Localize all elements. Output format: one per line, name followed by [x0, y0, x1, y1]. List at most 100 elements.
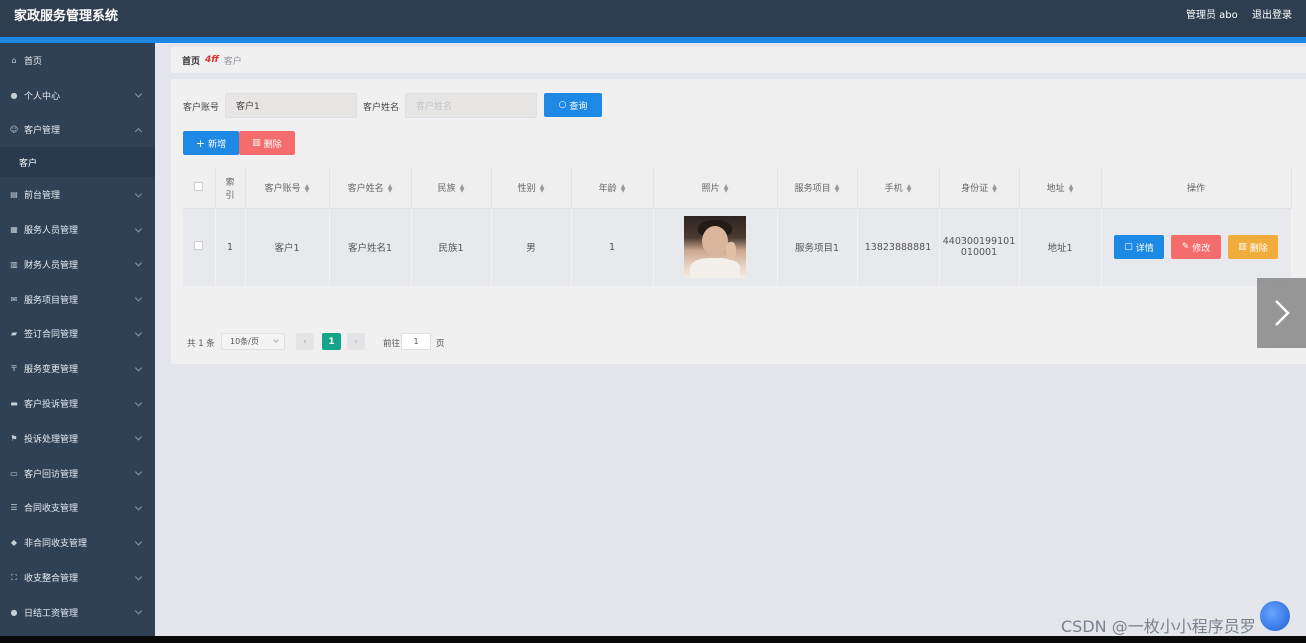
sidebar-item-personal-center[interactable]: ● 个人中心 [0, 78, 155, 113]
column-header-gender[interactable]: 性别 ▲ ▼ [491, 168, 572, 209]
sidebar: ⌂ 首页 ● 个人中心 ☺ 客户管理 客户 ▤ 前台管理 ▦ 服务人员管理 ▥ … [0, 43, 155, 636]
bulk-delete-button[interactable]: ▥ 删除 [239, 131, 295, 155]
bottom-bar [0, 636, 1306, 643]
row-delete-button[interactable]: ▥ 删除 [1228, 235, 1279, 260]
query-button[interactable]: ○ 查询 [544, 93, 602, 117]
sort-icon[interactable]: ▲ ▼ [621, 183, 626, 193]
sidebar-item-label: 首页 [24, 56, 43, 67]
sidebar-item-label: 签订合同管理 [24, 330, 79, 341]
cell-phone: 13823888881 [857, 208, 940, 286]
column-header-name[interactable]: 客户姓名 ▲ ▼ [329, 168, 412, 209]
column-header-age[interactable]: 年龄 ▲ ▼ [571, 168, 654, 209]
home-icon: ⌂ [11, 55, 17, 65]
sort-icon[interactable]: ▲ ▼ [388, 183, 393, 193]
column-header-id-card[interactable]: 身份证 ▲ ▼ [939, 168, 1020, 209]
sort-icon[interactable]: ▲ ▼ [305, 183, 310, 193]
sidebar-item-contract-finance[interactable]: ☰ 合同收支管理 [0, 491, 155, 526]
customer-photo[interactable] [684, 216, 746, 279]
cell-gender: 男 [491, 208, 572, 286]
sidebar-item-complaint[interactable]: ▬ 客户投诉管理 [0, 386, 155, 421]
page-size-select[interactable]: 10条/页 [221, 333, 285, 350]
logout-link[interactable]: 退出登录 [1252, 6, 1292, 21]
chevron-down-icon [134, 225, 143, 233]
sidebar-item-daily-wage[interactable]: ● 日结工资管理 [0, 595, 155, 630]
column-header-phone[interactable]: 手机 ▲ ▼ [857, 168, 940, 209]
sort-icon[interactable]: ▲ ▼ [907, 183, 912, 193]
pagination-total: 共 1 条 [187, 339, 215, 349]
sidebar-item-return-visit[interactable]: ▭ 客户回访管理 [0, 456, 155, 491]
sidebar-item-service-staff[interactable]: ▦ 服务人员管理 [0, 212, 155, 247]
sort-icon[interactable]: ▲ ▼ [992, 183, 997, 193]
chevron-down-icon [134, 190, 143, 198]
chevron-down-icon [134, 329, 143, 337]
sidebar-item-label: 日结工资管理 [24, 608, 79, 619]
pencil-icon: ✎ [1181, 242, 1190, 253]
chevron-down-icon [134, 573, 143, 581]
edit-button[interactable]: ✎ 修改 [1171, 235, 1221, 260]
current-user-label: 管理员 abo [1186, 10, 1238, 21]
next-page-button[interactable]: › [347, 333, 365, 350]
sidebar-item-customer-management[interactable]: ☺ 客户管理 [0, 113, 155, 148]
content-panel: 客户账号 客户1 客户姓名 客户姓名 ○ 查询 + 新增 ▥ 删除 索 引 客户… [171, 79, 1306, 364]
add-button[interactable]: + 新增 [183, 131, 239, 155]
account-label: 客户账号 [183, 103, 220, 113]
app-title: 家政服务管理系统 [14, 9, 119, 24]
sidebar-item-noncontract-finance[interactable]: ◆ 非合同收支管理 [0, 525, 155, 560]
sort-icon[interactable]: ▲ ▼ [460, 183, 465, 193]
plus-icon: + [195, 136, 206, 150]
goto-page-input[interactable]: 1 [401, 333, 431, 350]
breadcrumb-separator-icon: 4ff [205, 55, 219, 65]
detail-button[interactable]: ▢ 详情 [1113, 235, 1164, 260]
sidebar-item-front-desk[interactable]: ▤ 前台管理 [0, 177, 155, 212]
row-checkbox[interactable] [194, 241, 204, 251]
sidebar-item-finance-staff[interactable]: ▥ 财务人员管理 [0, 247, 155, 282]
trash-icon: ▥ [252, 138, 261, 148]
sidebar-item-service-project[interactable]: ✉ 服务项目管理 [0, 282, 155, 317]
cell-photo [653, 208, 778, 286]
sidebar-item-label: 投诉处理管理 [24, 434, 79, 445]
sort-icon[interactable]: ▲ ▼ [540, 183, 545, 193]
chevron-down-icon [273, 337, 279, 343]
sidebar-item-label: 客户投诉管理 [24, 400, 79, 411]
breadcrumb-home[interactable]: 首页 [182, 54, 200, 67]
chevron-down-icon [134, 538, 143, 546]
column-header-address[interactable]: 地址 ▲ ▼ [1019, 168, 1102, 209]
sort-icon[interactable]: ▲ ▼ [1069, 183, 1074, 193]
chevron-down-icon [134, 468, 143, 476]
account-search-input[interactable]: 客户1 [225, 93, 357, 118]
name-search-input[interactable]: 客户姓名 [405, 93, 537, 118]
sidebar-item-label: 前台管理 [24, 191, 61, 202]
sidebar-item-label: 服务人员管理 [24, 226, 79, 237]
sliders-icon: ☰ [10, 503, 18, 513]
column-header-index: 索引 [215, 168, 246, 209]
column-header-ethnicity[interactable]: 民族 ▲ ▼ [411, 168, 492, 209]
sidebar-item-home[interactable]: ⌂ 首页 [0, 43, 155, 78]
sidebar-item-contract[interactable]: ▰ 签订合同管理 [0, 317, 155, 352]
prev-page-button[interactable]: ‹ [296, 333, 314, 350]
sort-icon[interactable]: ▲ ▼ [835, 183, 840, 193]
column-header-account[interactable]: 客户账号 ▲ ▼ [245, 168, 330, 209]
sidebar-item-finance-integration[interactable]: ⛶ 收支整合管理 [0, 560, 155, 595]
chevron-down-icon [134, 294, 143, 302]
sidebar-item-complaint-handling[interactable]: ⚑ 投诉处理管理 [0, 421, 155, 456]
cell-name: 客户姓名1 [329, 208, 412, 286]
sidebar-item-service-change[interactable]: 〒 服务变更管理 [0, 351, 155, 386]
team-icon: ▦ [10, 225, 18, 235]
next-slide-button[interactable] [1257, 278, 1306, 348]
sidebar-item-label: 服务变更管理 [24, 365, 79, 376]
user-icon: ● [10, 90, 18, 100]
shield-icon: ◆ [10, 538, 18, 548]
trash-icon: ▥ [1238, 242, 1247, 253]
page-number-button[interactable]: 1 [322, 333, 341, 350]
column-header-service[interactable]: 服务项目 ▲ ▼ [777, 168, 858, 209]
name-label: 客户姓名 [363, 103, 400, 113]
sidebar-subitem-customer[interactable]: 客户 [0, 147, 155, 178]
chevron-down-icon [134, 259, 143, 267]
sort-icon[interactable]: ▲ ▼ [724, 183, 729, 193]
breadcrumb-current: 客户 [223, 56, 242, 67]
handshake-icon: ▰ [10, 329, 18, 339]
select-all-checkbox[interactable] [194, 181, 204, 191]
sidebar-item-label: 服务项目管理 [24, 295, 79, 306]
page-unit-label: 页 [436, 339, 445, 349]
column-header-photo[interactable]: 照片 ▲ ▼ [653, 168, 778, 209]
